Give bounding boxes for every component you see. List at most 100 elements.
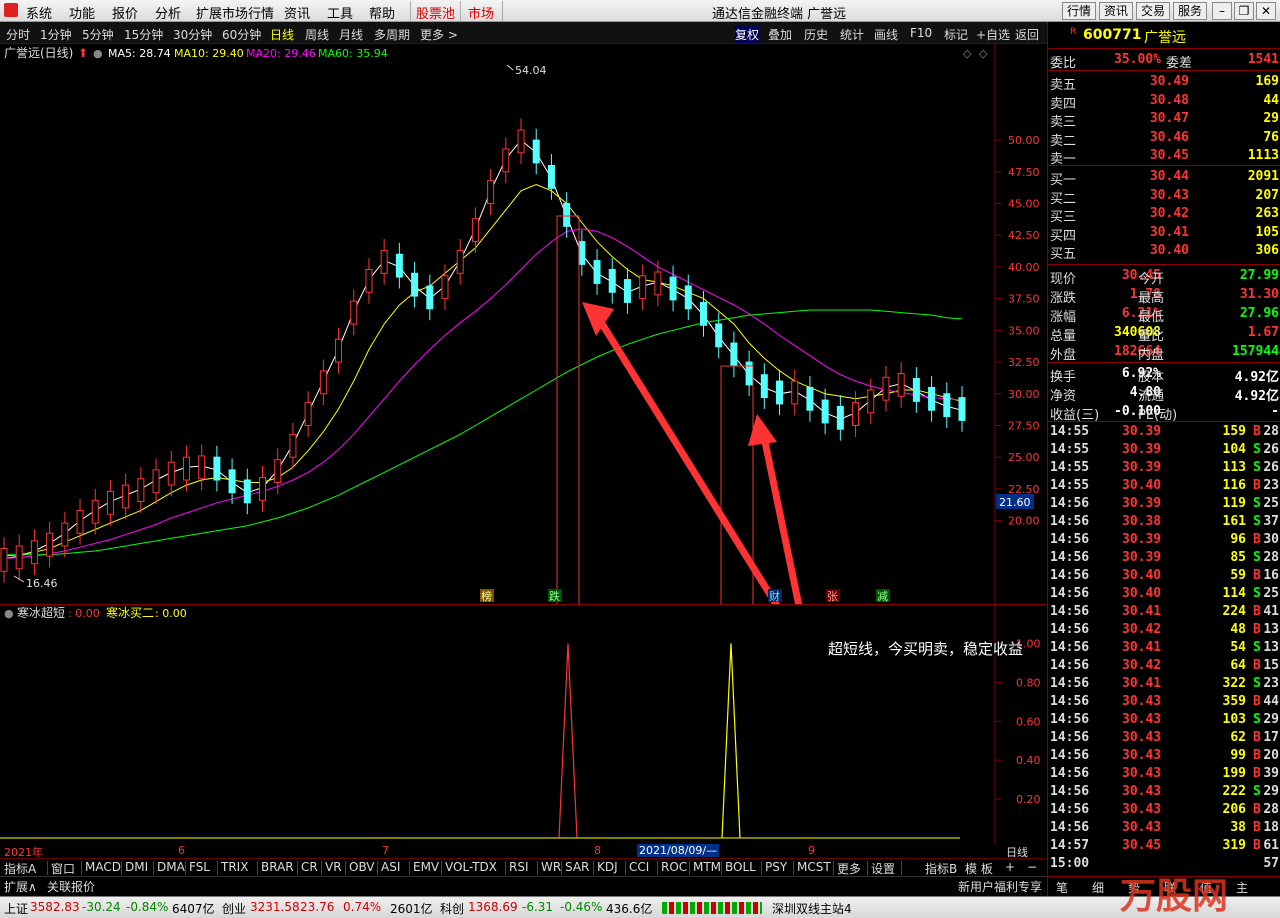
indicator-tab-6[interactable]: TRIX [221,860,248,874]
indicator-tab-2[interactable]: MACD [85,860,121,874]
indicator-tab-1[interactable]: 窗口 [51,860,75,877]
statistics-button[interactable]: 统计 [840,26,864,43]
book-level-label: 买三 [1050,210,1077,225]
book-row[interactable]: 买三 30.42 263 [1048,205,1280,225]
book-row[interactable]: 买二 30.43 207 [1048,187,1280,207]
indicator-tab-15[interactable]: WR [541,860,561,874]
tick-list[interactable]: 14:55 30.39 159 B 28 14:55 30.39 104 S 26 14:55 30.… [1048,424,1280,874]
indicator-tab-4[interactable]: DMA [157,860,185,874]
minimize-icon[interactable]: – [1212,2,1232,20]
tab-right-3[interactable]: − [1027,860,1037,874]
book-row[interactable]: 买四 30.41 105 [1048,224,1280,244]
indicator-tab-23[interactable]: MCST [797,860,831,874]
panel-tab-0[interactable]: 笔 [1056,879,1068,896]
menu-news[interactable]: 资讯 [284,3,310,22]
tick-volume: 104 [1222,442,1246,457]
period-intraday[interactable]: 分时 [6,26,30,43]
indicator-tab-18[interactable]: CCI [629,860,649,874]
menu-analysis[interactable]: 分析 [155,3,181,22]
add-watchlist-button[interactable]: +自选 [976,26,1010,43]
overlay-button[interactable]: 叠加 [768,26,792,43]
indicator-settings-icon[interactable]: ● [4,607,14,620]
book-row[interactable]: 卖四 30.48 44 [1048,92,1280,112]
indicator-tab-8[interactable]: CR [301,860,318,874]
book-row[interactable]: 卖三 30.47 29 [1048,110,1280,130]
adjust-button[interactable]: 复权 [735,26,760,43]
service-button[interactable]: 服务 [1173,2,1207,20]
collapse-icon[interactable]: ◇ [979,47,988,60]
menu-system[interactable]: 系统 [26,3,52,22]
menu-tools[interactable]: 工具 [327,3,353,22]
book-row[interactable]: 买五 30.40 306 [1048,242,1280,262]
period-weekly[interactable]: 周线 [305,26,329,43]
close-icon[interactable]: ✕ [1256,2,1276,20]
indicator-tab-3[interactable]: DMI [125,860,148,874]
promo-tab[interactable]: 新用户福利专享 [958,878,1042,895]
indicator-tab-20[interactable]: MTM [693,860,721,874]
book-row[interactable]: 卖二 30.46 76 [1048,129,1280,149]
expand-tab[interactable]: 扩展∧ [4,878,37,895]
period-30min[interactable]: 30分钟 [173,26,212,43]
tab-separator [297,861,298,875]
indicator-tab-11[interactable]: ASI [381,860,400,874]
period-multi[interactable]: 多周期 [374,26,410,43]
tick-side: B [1253,766,1261,781]
indicator-tab-7[interactable]: BRAR [261,860,294,874]
indicator-tab-16[interactable]: SAR [565,860,589,874]
server-name[interactable]: 深圳双线主站4 [772,900,852,917]
candle-body [76,509,84,534]
book-row[interactable]: 买一 30.44 2091 [1048,168,1280,188]
indicator-chart[interactable]: 0.200.400.600.801.00 ● 寒冰超短 : 0.00 寒冰买二 … [0,604,1047,844]
period-daily[interactable]: 日线 [270,26,294,43]
tab-right-0[interactable]: 指标B [925,860,957,877]
kline-chart[interactable]: 20.00 22.50 25.00 27.50 30.00 32.50 35.00 37.50… [0,44,1047,606]
indicator-tab-14[interactable]: RSI [509,860,529,874]
panel-tab-5[interactable]: 主 [1236,879,1248,896]
f10-button[interactable]: F10 [910,26,932,40]
quote-button[interactable]: 行情 [1062,2,1096,20]
indicator-tab-9[interactable]: VR [325,860,342,874]
restore-icon[interactable]: ❐ [1234,2,1254,20]
tab-right-2[interactable]: + [1005,860,1015,874]
back-button[interactable]: 返回 [1015,26,1039,43]
indicator-tab-10[interactable]: OBV [349,860,375,874]
trade-button[interactable]: 交易 [1136,2,1170,20]
panel-tab-1[interactable]: 细 [1092,879,1104,896]
menu-quote[interactable]: 报价 [112,3,138,22]
menu-function[interactable]: 功能 [69,3,95,22]
period-60min[interactable]: 60分钟 [222,26,261,43]
indicator-tab-17[interactable]: KDJ [597,860,618,874]
draw-button[interactable]: 画线 [874,26,898,43]
news-button[interactable]: 资讯 [1099,2,1133,20]
book-row[interactable]: 卖一 30.45 1113 [1048,147,1280,167]
tick-volume: 114 [1222,586,1246,601]
menu-extended-market[interactable]: 扩展市场行情 [196,3,274,22]
candle-body [106,490,114,515]
period-monthly[interactable]: 月线 [339,26,363,43]
indicator-tab-19[interactable]: ROC [661,860,687,874]
history-button[interactable]: 历史 [804,26,828,43]
menu-stock-pool[interactable]: 股票池 [416,3,455,22]
indicator-tab-25[interactable]: 设置 [871,860,895,877]
tick-volume: 59 [1230,568,1246,583]
period-1min[interactable]: 1分钟 [40,26,72,43]
period-15min[interactable]: 15分钟 [124,26,163,43]
related-quotes-tab[interactable]: 关联报价 [47,878,95,895]
indicator-tab-0[interactable]: 指标A [4,860,36,877]
menu-help[interactable]: 帮助 [369,3,395,22]
indicator-tab-24[interactable]: 更多 [837,860,861,877]
period-more[interactable]: 更多 > [420,26,458,43]
indicator-tick-label: 0.80 [1016,676,1041,689]
indicator-tab-5[interactable]: FSL [189,860,210,874]
mark-button[interactable]: 标记 [944,26,968,43]
book-row[interactable]: 卖五 30.49 169 [1048,73,1280,93]
expand-icon[interactable]: ◇ [963,47,972,60]
tick-count: 17 [1263,730,1279,745]
tab-right-1[interactable]: 模 板 [965,860,993,877]
indicator-tab-21[interactable]: BOLL [725,860,756,874]
indicator-tab-13[interactable]: VOL-TDX [445,860,497,874]
indicator-tab-12[interactable]: EMV [413,860,439,874]
menu-market[interactable]: 市场 [468,3,494,22]
period-5min[interactable]: 5分钟 [82,26,114,43]
indicator-tab-22[interactable]: PSY [765,860,787,874]
